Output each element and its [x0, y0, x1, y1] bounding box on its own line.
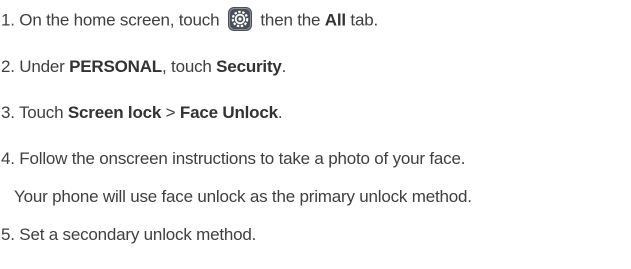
step-2: 2. Under PERSONAL, touch Security. — [1, 57, 286, 77]
step-5-text-a: Set a secondary unlock method. — [14, 225, 257, 244]
security-option-label: Security — [216, 57, 282, 76]
step-4: 4. Follow the onscreen instructions to t… — [1, 149, 465, 169]
screen-lock-option-label: Screen lock — [67, 103, 162, 122]
personal-section-label: PERSONAL — [69, 57, 162, 76]
step-4-note-text: Your phone will use face unlock as the p… — [14, 187, 472, 206]
step-3-text-a: Touch — [14, 103, 68, 122]
step-5: 5. Set a secondary unlock method. — [1, 225, 256, 245]
settings-gear-icon — [227, 6, 253, 32]
step-2-number: 2. — [1, 57, 15, 76]
step-4-text-a: Follow the onscreen instructions to take… — [14, 149, 466, 168]
step-1-text-c: tab. — [345, 10, 378, 30]
step-1-text-b: then the — [255, 10, 325, 30]
step-5-number: 5. — [1, 225, 15, 244]
step-1-text-a: On the home screen, touch — [14, 10, 224, 30]
step-4-number: 4. — [1, 149, 15, 168]
step-3-text-b: > — [161, 103, 180, 122]
step-2-text-b: , touch — [162, 57, 217, 76]
step-1: 1. On the home screen, touch then the Al… — [1, 7, 378, 32]
step-4-note: Your phone will use face unlock as the p… — [14, 187, 472, 207]
step-2-text-c: . — [281, 57, 287, 76]
step-1-number: 1. — [1, 10, 15, 30]
step-3-number: 3. — [1, 103, 15, 122]
all-tab-label: All — [324, 10, 346, 30]
step-2-text-a: Under — [14, 57, 70, 76]
step-3-text-c: . — [277, 103, 283, 122]
step-3: 3. Touch Screen lock > Face Unlock. — [1, 103, 283, 123]
face-unlock-option-label: Face Unlock — [179, 103, 278, 122]
